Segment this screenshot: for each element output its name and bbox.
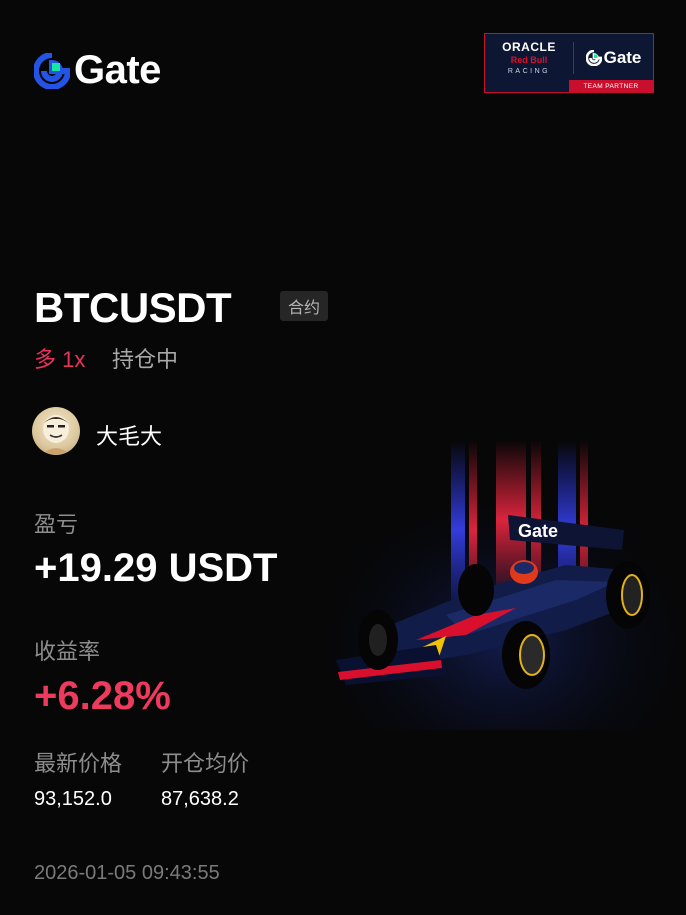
gate-logo-icon (34, 52, 70, 89)
roe-value: +6.28% (34, 674, 171, 718)
position-status: 持仓中 (112, 347, 179, 372)
roe-label: 收益率 (34, 639, 101, 664)
badge-gate-text: Gate (603, 48, 642, 67)
badge-oracle-text: ORACLE (502, 40, 556, 54)
pnl-label: 盈亏 (34, 512, 79, 537)
pnl-value: +19.29 USDT (34, 546, 278, 590)
contract-tag: 合约 (280, 291, 329, 321)
entry-price-label: 开仓均价 (161, 751, 250, 776)
avatar-icon (42, 415, 70, 455)
latest-price-value: 93,152.0 (34, 788, 112, 810)
partner-badge: ORACLE Red Bull RACING Gate TEAM PARTNER (484, 33, 654, 93)
f1-car-icon: Gate (326, 440, 686, 730)
position-direction: 多 1x (34, 347, 86, 372)
trading-pair: BTCUSDT (34, 284, 232, 331)
badge-gate-icon (585, 50, 602, 66)
timestamp: 2026-01-05 09:43:55 (34, 862, 220, 884)
gate-logo: Gate (34, 48, 161, 93)
badge-racing-text: RACING (507, 68, 551, 75)
badge-redbull-text: Red Bull (510, 55, 548, 65)
avatar (32, 407, 80, 455)
username: 大毛大 (96, 424, 163, 449)
entry-price-value: 87,638.2 (161, 788, 239, 810)
f1-car-image: Gate (326, 440, 686, 730)
badge-team-partner: TEAM PARTNER (569, 80, 653, 92)
latest-price-label: 最新价格 (34, 751, 123, 776)
car-wing-gate-text: Gate (518, 521, 558, 541)
gate-logo-text: Gate (74, 48, 161, 92)
